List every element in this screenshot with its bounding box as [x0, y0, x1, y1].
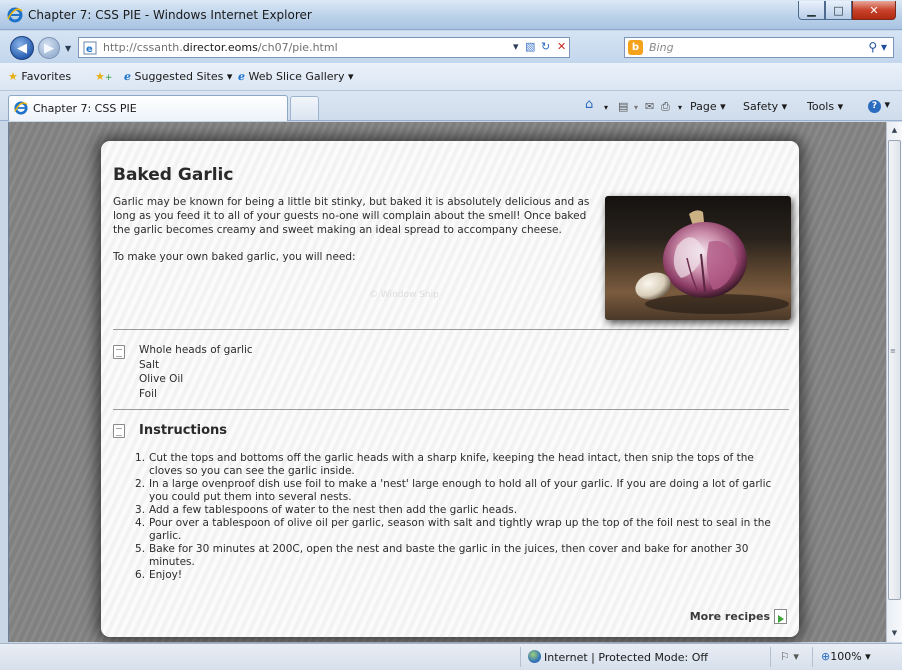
web-slice-gallery-link[interactable]: ℯ Web Slice Gallery ▾: [238, 70, 354, 83]
window-controls: ▁ □ ✕: [798, 1, 896, 20]
stop-icon[interactable]: ✕: [557, 40, 566, 53]
suggested-sites-link[interactable]: ℯ Suggested Sites ▾: [124, 70, 232, 83]
tab-label: Chapter 7: CSS PIE: [33, 102, 137, 115]
garlic-photo: [605, 196, 791, 320]
more-recipes-link[interactable]: More recipes: [690, 609, 787, 624]
forward-arrow-icon: ▶: [44, 40, 54, 56]
ingredient-item: Olive Oil: [139, 373, 184, 385]
home-dropdown-icon[interactable]: ▾: [604, 103, 608, 112]
close-icon: ✕: [869, 3, 879, 17]
zoom-dropdown-icon: ▾: [865, 650, 871, 663]
scroll-up-icon[interactable]: ▲: [887, 122, 902, 138]
ingredient-item: Salt: [139, 358, 160, 371]
security-zone[interactable]: Internet | Protected Mode: Off: [528, 650, 708, 664]
scroll-grip-icon: ≡: [890, 347, 896, 355]
minimize-button[interactable]: ▁: [798, 1, 825, 20]
vertical-scrollbar[interactable]: ▲ ≡ ▼: [886, 122, 902, 642]
back-button[interactable]: ◀: [10, 36, 34, 60]
history-dropdown-icon[interactable]: ▼: [65, 44, 71, 53]
scroll-thumb[interactable]: [888, 140, 901, 600]
new-tab-button[interactable]: [290, 96, 319, 120]
protected-mode-icon[interactable]: ⚐ ▾: [780, 650, 799, 663]
page-menu[interactable]: Page ▾: [690, 100, 726, 113]
home-icon[interactable]: ⌂: [585, 97, 593, 112]
add-favorite-icon[interactable]: ★+: [95, 70, 112, 83]
refresh-icon[interactable]: ↻: [541, 40, 550, 53]
instruction-step: Add a few tablespoons of water to the ne…: [135, 504, 518, 517]
address-toolbar: ◀ ▶ ▼ e http://cssanth.director.eoms/ch0…: [0, 31, 902, 63]
tab-bar: Chapter 7: CSS PIE ⌂ ▾ ▤ ▾ ✉ ⎙ ▾ Page ▾ …: [0, 91, 902, 121]
zoom-control[interactable]: ⊕100% ▾: [821, 650, 871, 663]
instruction-step: Pour over a tablespoon of olive oil per …: [135, 517, 771, 542]
compatibility-view-icon[interactable]: ▧: [525, 40, 535, 53]
recipe-title: Baked Garlic: [113, 165, 234, 185]
instruction-step: Bake for 30 minutes at 200C, open the ne…: [135, 543, 749, 568]
search-icon[interactable]: ⚲ ▾: [868, 40, 887, 54]
mail-icon[interactable]: ✉: [645, 100, 654, 113]
page-ie-icon: e: [83, 41, 97, 55]
status-separator: [520, 647, 521, 667]
address-input[interactable]: e http://cssanth.director.eoms/ch07/pie.…: [78, 37, 570, 58]
minimize-icon: ▁: [807, 3, 816, 17]
window-snip-watermark: © Window Snip: [369, 290, 439, 300]
feeds-icon[interactable]: ▤: [618, 100, 628, 113]
zoom-icon: ⊕: [821, 650, 831, 663]
instruction-step: In a large ovenproof dish use foil to ma…: [135, 478, 772, 503]
svg-text:e: e: [86, 44, 93, 55]
ingredients-list: Whole heads of garlic Salt Olive Oil Foi…: [139, 343, 253, 401]
address-dropdown-icon[interactable]: ▾: [513, 40, 519, 53]
more-recipes-label: More recipes: [689, 610, 770, 623]
tools-menu[interactable]: Tools ▾: [807, 100, 843, 113]
instruction-step: Enjoy!: [135, 569, 183, 582]
tab-active[interactable]: Chapter 7: CSS PIE: [8, 95, 288, 121]
ie-logo-icon: [7, 7, 23, 23]
divider-top: [113, 329, 789, 330]
bing-icon: b: [628, 40, 643, 55]
favorites-button[interactable]: ★ Favorites: [8, 70, 71, 83]
next-arrow-icon: [774, 609, 787, 624]
status-bar: Internet | Protected Mode: Off ⚐ ▾ ⊕100%…: [0, 643, 902, 670]
recipe-card: Baked Garlic Garlic may be known for bei…: [101, 141, 799, 637]
instructions-heading: Instructions: [139, 423, 228, 438]
instructions-icon: [113, 424, 125, 438]
scroll-down-icon[interactable]: ▼: [887, 625, 902, 641]
feeds-dropdown-icon[interactable]: ▾: [634, 103, 638, 112]
maximize-button[interactable]: □: [825, 1, 852, 20]
title-bar: Chapter 7: CSS PIE - Windows Internet Ex…: [0, 0, 902, 30]
forward-button[interactable]: ▶: [38, 37, 60, 59]
favorites-bar: ★ Favorites ★+ ℯ Suggested Sites ▾ ℯ Web…: [0, 63, 902, 91]
status-separator: [812, 647, 813, 667]
instruction-step: Cut the tops and bottoms off the garlic …: [135, 452, 754, 477]
ingredient-item: Foil: [139, 387, 157, 400]
garlic-image: [635, 210, 789, 314]
print-icon[interactable]: ⎙: [661, 100, 670, 114]
maximize-icon: □: [833, 3, 844, 17]
web-slice-icon: ℯ: [238, 70, 245, 83]
address-url: http://cssanth.director.eoms/ch07/pie.ht…: [103, 41, 338, 54]
internet-globe-icon: [528, 650, 541, 663]
ingredient-item: Whole heads of garlic: [139, 344, 253, 356]
ie-tab-icon: [14, 101, 28, 115]
safety-menu[interactable]: Safety ▾: [743, 100, 787, 113]
ie-page-icon: ℯ: [124, 70, 131, 83]
search-placeholder: Bing: [649, 41, 674, 54]
print-dropdown-icon[interactable]: ▾: [678, 103, 682, 112]
status-separator: [770, 647, 771, 667]
divider-bottom: [113, 409, 789, 410]
star-icon: ★: [8, 70, 18, 83]
help-icon[interactable]: ? ▾: [868, 98, 890, 113]
recipe-intro: Garlic may be known for being a little b…: [113, 196, 590, 236]
close-button[interactable]: ✕: [852, 1, 896, 20]
back-arrow-icon: ◀: [17, 40, 27, 56]
search-input[interactable]: b Bing ⚲ ▾: [624, 37, 894, 58]
ingredients-icon: [113, 345, 125, 359]
window-title: Chapter 7: CSS PIE - Windows Internet Ex…: [28, 8, 312, 22]
instructions-list: Cut the tops and bottoms off the garlic …: [135, 452, 775, 582]
recipe-need-text: To make your own baked garlic, you will …: [113, 251, 356, 263]
